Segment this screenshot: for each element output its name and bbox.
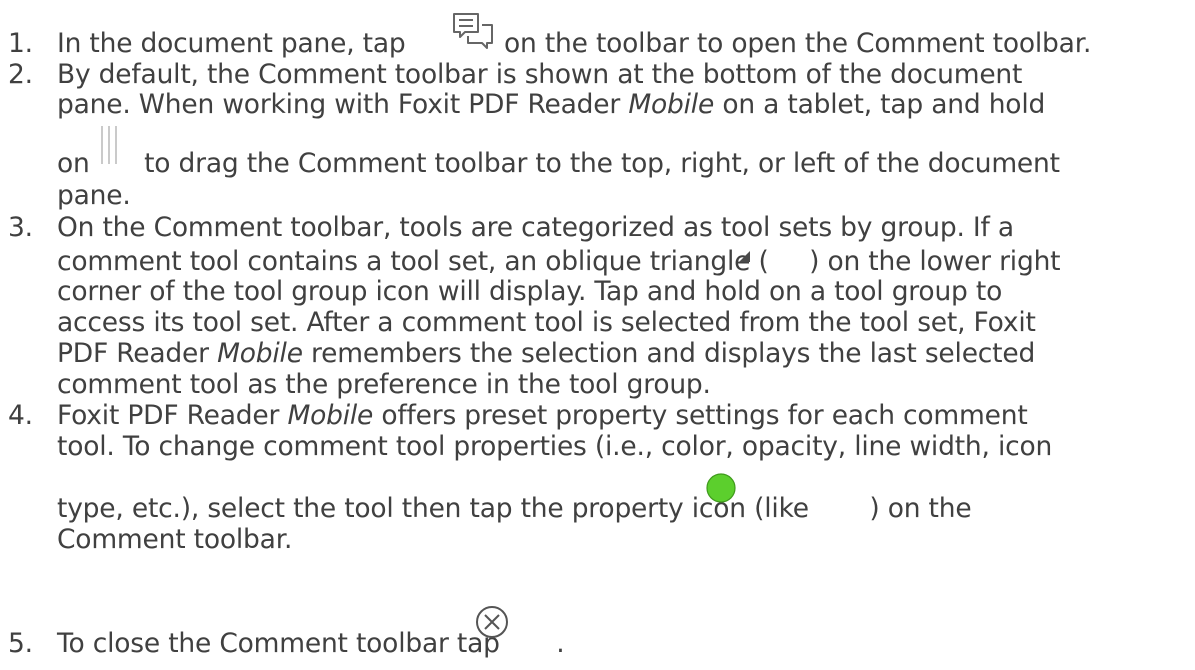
close-circle-x-icon [476,606,508,638]
list-item: 5. To close the Comment toolbar tap . [0,0,1195,670]
step-number: 5. [8,628,33,659]
